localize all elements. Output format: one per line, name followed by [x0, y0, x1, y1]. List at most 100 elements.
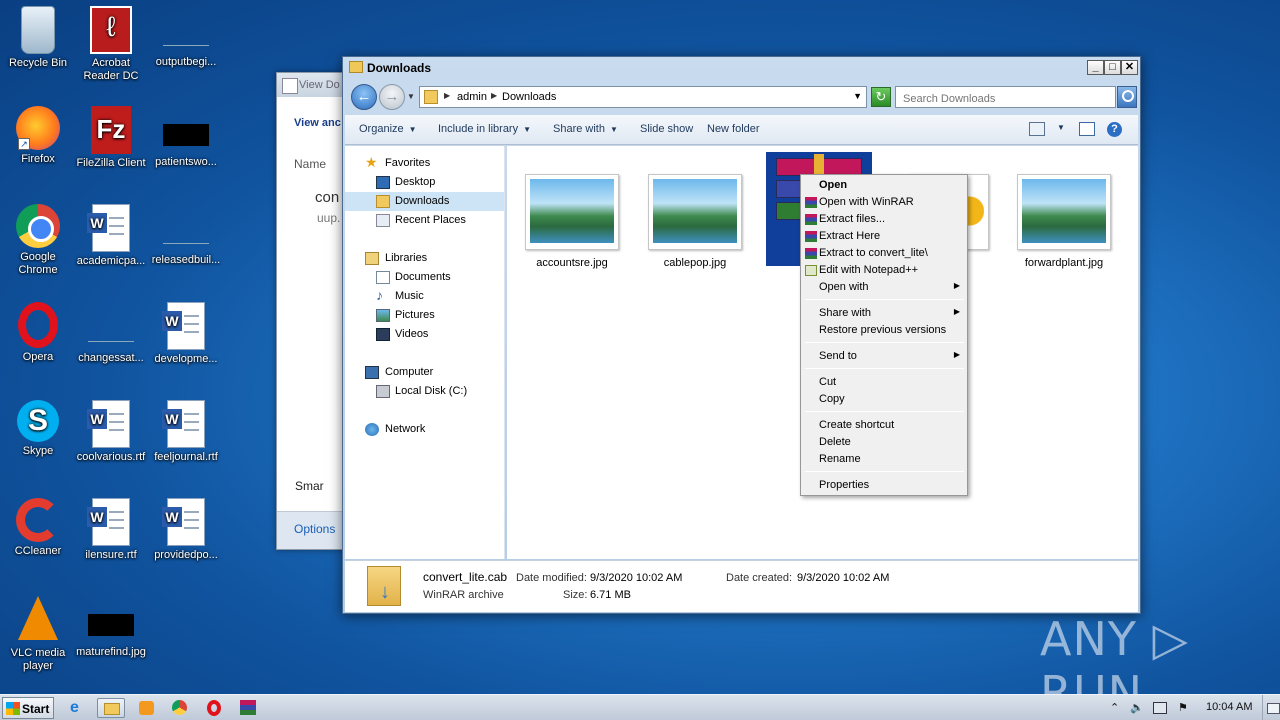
menu-item-copy[interactable]: Copy	[804, 391, 964, 408]
desktop-icon-developme[interactable]: W developme...	[148, 302, 224, 366]
menu-item-cut[interactable]: Cut	[804, 374, 964, 391]
view-options-dropdown-icon[interactable]: ▼	[1057, 123, 1065, 132]
desktop-icon-patientswo[interactable]: patientswo...	[148, 106, 224, 169]
volume-icon[interactable]: 🔈	[1130, 701, 1144, 714]
desktop-icon-recycle-bin[interactable]: Recycle Bin	[0, 6, 76, 70]
desktop-icon-feeljournal[interactable]: W feeljournal.rtf	[148, 400, 224, 464]
taskbar-media-player[interactable]	[133, 698, 161, 718]
menu-item-restore-previous-versions[interactable]: Restore previous versions	[804, 322, 964, 339]
desktop-icon-firefox[interactable]: ↗ Firefox	[0, 106, 76, 166]
download-item-name[interactable]: con	[315, 189, 339, 206]
nav-recent-places[interactable]: Recent Places	[345, 211, 504, 230]
menu-item-share-with[interactable]: Share with ▶	[804, 305, 964, 322]
image-thumbnail	[648, 174, 742, 250]
taskbar-opera[interactable]	[200, 698, 228, 718]
organize-button[interactable]: Organize ▼	[359, 123, 417, 135]
breadcrumb-admin[interactable]: admin	[457, 91, 487, 103]
refresh-button[interactable]: ↻	[871, 87, 891, 107]
taskbar-winrar[interactable]	[234, 698, 262, 718]
nav-pictures[interactable]: Pictures	[345, 306, 504, 325]
menu-item-extract-files[interactable]: Extract files...	[804, 211, 964, 228]
desktop-icon-opera[interactable]: Opera	[0, 302, 76, 364]
taskbar-internet-explorer[interactable]: e	[64, 698, 92, 718]
nav-label: Favorites	[385, 157, 431, 169]
background-window-link[interactable]: View anc	[294, 117, 341, 129]
preview-pane-icon[interactable]	[1079, 122, 1095, 136]
breadcrumb-separator-icon[interactable]: ▶	[444, 91, 450, 100]
menu-item-create-shortcut[interactable]: Create shortcut	[804, 417, 964, 434]
file-name: forwardplant.jpg	[1024, 257, 1104, 269]
menu-item-extract-to[interactable]: Extract to convert_lite\	[804, 245, 964, 262]
slide-show-button[interactable]: Slide show	[640, 123, 693, 135]
documents-icon	[376, 271, 390, 284]
include-in-library-button[interactable]: Include in library ▼	[438, 123, 531, 135]
taskbar-explorer[interactable]	[97, 698, 125, 718]
desktop-icon-skype[interactable]: S Skype	[0, 400, 76, 458]
search-icon[interactable]	[1117, 86, 1137, 108]
help-icon[interactable]: ?	[1107, 122, 1122, 137]
desktop-icon-changessat[interactable]: changessat...	[73, 302, 149, 365]
title-bar[interactable]: Downloads _ □ ✕	[343, 57, 1140, 79]
action-center-flag-icon[interactable]: ⚑	[1178, 701, 1188, 714]
address-dropdown-icon[interactable]: ▼	[853, 91, 862, 101]
nav-computer[interactable]: Computer	[345, 363, 504, 382]
taskbar-chrome[interactable]	[166, 698, 194, 718]
share-with-button[interactable]: Share with ▼	[553, 123, 618, 135]
network-tray-icon[interactable]	[1153, 702, 1167, 714]
show-hidden-icons-button[interactable]: ⌃	[1110, 701, 1119, 714]
desktop-icon-label: patientswo...	[155, 156, 217, 168]
column-header-name[interactable]: Name	[294, 157, 326, 171]
desktop-icon-ccleaner[interactable]: CCleaner	[0, 498, 76, 558]
close-button[interactable]: ✕	[1121, 60, 1138, 75]
menu-item-edit-notepadpp[interactable]: Edit with Notepad++	[804, 262, 964, 279]
menu-item-open-with[interactable]: Open with ▶	[804, 279, 964, 296]
maximize-button[interactable]: □	[1104, 60, 1121, 75]
breadcrumb-separator-icon[interactable]: ▶	[491, 91, 497, 100]
clock[interactable]: 10:04 AM	[1206, 701, 1252, 713]
desktop-icon-vlc[interactable]: VLC media player	[0, 596, 76, 673]
forward-button[interactable]: →	[379, 84, 405, 110]
nav-favorites[interactable]: ★ Favorites	[345, 154, 504, 173]
menu-item-send-to[interactable]: Send to ▶	[804, 348, 964, 365]
desktop-icon-acrobat[interactable]: ℓ Acrobat Reader DC	[73, 6, 149, 83]
menu-item-delete[interactable]: Delete	[804, 434, 964, 451]
show-desktop-button[interactable]	[1262, 695, 1280, 720]
recent-pages-dropdown-icon[interactable]: ▼	[407, 92, 415, 101]
navigation-pane: ★ Favorites Desktop Downloads Recent Plac…	[345, 146, 505, 559]
desktop-icon-providedpo[interactable]: W providedpo...	[148, 498, 224, 562]
nav-libraries[interactable]: Libraries	[345, 249, 504, 268]
desktop-icon-chrome[interactable]: Google Chrome	[0, 204, 76, 277]
nav-videos[interactable]: Videos	[345, 325, 504, 344]
downloads-folder-icon	[424, 90, 438, 104]
menu-item-properties[interactable]: Properties	[804, 477, 964, 494]
desktop-icon-filezilla[interactable]: Fz FileZilla Client	[73, 106, 149, 170]
skype-icon: S	[17, 400, 59, 442]
nav-label: Documents	[395, 271, 451, 283]
menu-item-open-with-winrar[interactable]: Open with WinRAR	[804, 194, 964, 211]
menu-item-extract-here[interactable]: Extract Here	[804, 228, 964, 245]
address-bar[interactable]: ▶ admin ▶ Downloads ▼	[419, 86, 867, 108]
nav-local-disk[interactable]: Local Disk (C:)	[345, 382, 504, 401]
details-size-value: 6.71 MB	[590, 589, 631, 601]
change-view-icon[interactable]	[1029, 122, 1045, 136]
desktop-icon-coolvarious[interactable]: W coolvarious.rtf	[73, 400, 149, 464]
nav-desktop[interactable]: Desktop	[345, 173, 504, 192]
menu-item-open[interactable]: Open	[804, 177, 964, 194]
nav-documents[interactable]: Documents	[345, 268, 504, 287]
nav-downloads[interactable]: Downloads	[345, 192, 504, 211]
menu-label: Extract files...	[819, 213, 886, 225]
nav-music[interactable]: ♪ Music	[345, 287, 504, 306]
desktop-icon-releasedbuil[interactable]: releasedbuil...	[148, 204, 224, 267]
search-input[interactable]	[895, 86, 1116, 108]
minimize-button[interactable]: _	[1087, 60, 1104, 75]
breadcrumb-downloads[interactable]: Downloads	[502, 91, 556, 103]
desktop-icon-academicpa[interactable]: W academicpa...	[73, 204, 149, 268]
desktop-icon-outputbegi[interactable]: outputbegi...	[148, 6, 224, 69]
back-button[interactable]: ←	[351, 84, 377, 110]
menu-item-rename[interactable]: Rename	[804, 451, 964, 468]
new-folder-button[interactable]: New folder	[707, 123, 760, 135]
desktop-icon-maturefind[interactable]: maturefind.jpg	[73, 596, 149, 659]
nav-network[interactable]: Network	[345, 420, 504, 439]
start-button[interactable]: Start	[2, 697, 54, 719]
desktop-icon-ilensure[interactable]: W ilensure.rtf	[73, 498, 149, 562]
